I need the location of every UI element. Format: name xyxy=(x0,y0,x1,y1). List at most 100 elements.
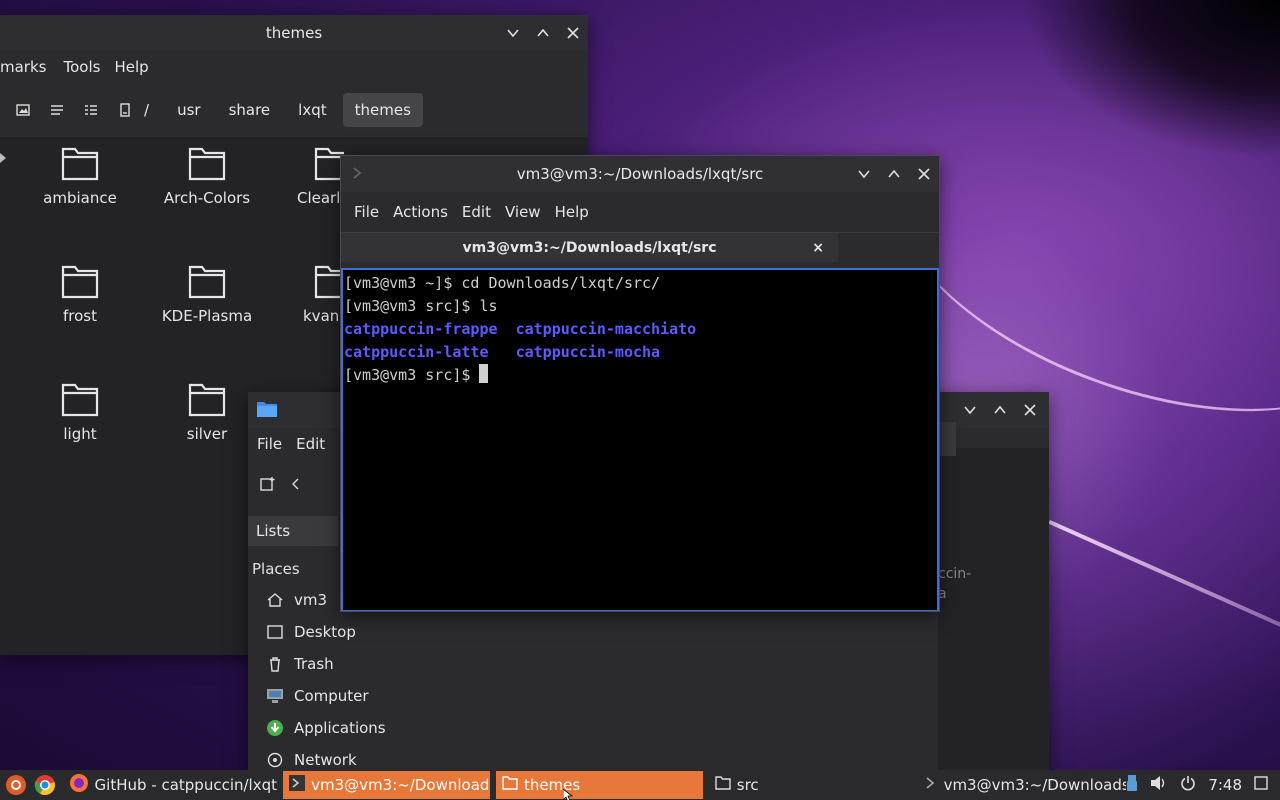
folder-label: silver xyxy=(186,425,228,443)
fm2-toolbar-field[interactable] xyxy=(940,422,956,456)
terminal-window: vm3@vm3:~/Downloads/lxqt/src File Action… xyxy=(340,155,940,612)
network-icon xyxy=(266,751,284,769)
folder-label: Clearl xyxy=(297,189,341,207)
drive-icon[interactable] xyxy=(110,95,140,125)
menu-help[interactable]: Help xyxy=(548,203,596,221)
place-label: Applications xyxy=(294,719,386,737)
maximize-button[interactable] xyxy=(534,24,552,42)
close-button[interactable] xyxy=(564,24,582,42)
task-label: src xyxy=(736,776,759,794)
terminal-line: [vm3@vm3 src]$ xyxy=(344,364,937,387)
themes-titlebar[interactable]: themes xyxy=(0,15,588,51)
dir-entry: catppuccin-latte xyxy=(344,343,489,361)
menubar: marks Tools Help xyxy=(0,51,588,83)
maximize-button[interactable] xyxy=(991,401,1009,419)
taskbar-item-themes[interactable]: themes xyxy=(495,771,703,799)
path-themes[interactable]: themes xyxy=(342,93,423,127)
taskbar-item-github[interactable]: GitHub - catppuccin/lxqt:... xyxy=(63,771,277,799)
path-share[interactable]: share xyxy=(217,93,283,127)
path-root[interactable]: / xyxy=(144,93,161,127)
terminal-titlebar[interactable]: vm3@vm3:~/Downloads/lxqt/src xyxy=(341,156,939,192)
place-applications[interactable]: Applications xyxy=(248,712,1049,744)
power-icon[interactable] xyxy=(1180,775,1196,795)
menu-file[interactable]: File xyxy=(347,203,386,221)
menu-actions[interactable]: Actions xyxy=(386,203,455,221)
folder-item[interactable]: ambiance xyxy=(20,145,140,207)
folder-icon xyxy=(188,147,226,181)
place-label: Computer xyxy=(294,687,369,705)
computer-icon xyxy=(266,687,284,705)
folder-item[interactable]: Clearl xyxy=(274,145,344,207)
terminal-tab[interactable]: vm3@vm3:~/Downloads/lxqt/src × xyxy=(341,233,838,262)
partial-filename: ccin- xyxy=(938,566,972,582)
close-button[interactable] xyxy=(915,165,933,183)
home-icon xyxy=(266,591,284,609)
menu-view[interactable]: View xyxy=(498,203,548,221)
folder-label: light xyxy=(63,425,97,443)
menu-tools[interactable]: Tools xyxy=(53,58,107,76)
detail-view-icon[interactable] xyxy=(76,95,106,125)
folder-item[interactable]: Arch-Colors xyxy=(147,145,267,207)
minimize-button[interactable] xyxy=(961,401,979,419)
menu-bookmarks[interactable]: marks xyxy=(0,58,53,76)
chrome-icon[interactable] xyxy=(31,771,58,799)
folder-item[interactable]: KDE-Plasma xyxy=(147,263,267,325)
task-label: vm3@vm3:~/Downloads... xyxy=(943,776,1127,794)
path-usr[interactable]: usr xyxy=(165,93,213,127)
folder-icon xyxy=(61,265,99,299)
show-desktop-icon[interactable] xyxy=(1254,776,1268,794)
folder-icon xyxy=(61,383,99,417)
folder-item[interactable]: frost xyxy=(20,263,140,325)
minimize-button[interactable] xyxy=(504,24,522,42)
tab-close-icon[interactable]: × xyxy=(812,240,824,256)
terminal-line: catppuccin-frappe catppuccin-macchiato xyxy=(344,318,937,341)
folder-app-icon xyxy=(256,400,278,422)
taskbar-item-src[interactable]: src xyxy=(709,771,916,799)
list-view-icon[interactable] xyxy=(42,95,72,125)
close-button[interactable] xyxy=(1021,401,1039,419)
system-tray: 7:48 xyxy=(1126,774,1280,796)
folder-label: ambiance xyxy=(43,189,117,207)
collapse-arrow-icon[interactable] xyxy=(0,149,6,167)
terminal-output[interactable]: [vm3@vm3 ~]$ cd Downloads/lxqt/src/ [vm3… xyxy=(341,268,939,611)
menu-edit[interactable]: Edit xyxy=(289,435,332,453)
maximize-button[interactable] xyxy=(885,165,903,183)
menu-edit[interactable]: Edit xyxy=(455,203,498,221)
fm2-file-area: ccin- a xyxy=(938,422,1049,778)
terminal-menubar: File Actions Edit View Help xyxy=(341,192,939,232)
window-title: themes xyxy=(265,24,323,42)
folder-icon xyxy=(61,147,99,181)
icon-view-icon[interactable] xyxy=(8,95,38,125)
place-trash[interactable]: Trash xyxy=(248,648,1049,680)
text-cursor xyxy=(479,364,489,383)
menu-file[interactable]: File xyxy=(250,435,289,453)
folder-icon xyxy=(502,776,518,794)
new-tab-icon[interactable] xyxy=(260,476,276,496)
sidebar-lists-header[interactable]: Lists xyxy=(248,516,338,546)
place-desktop[interactable]: Desktop xyxy=(248,616,1049,648)
terminal-app-icon xyxy=(351,166,365,184)
place-label: Trash xyxy=(294,655,334,673)
clock[interactable]: 7:48 xyxy=(1208,776,1242,794)
minimize-button[interactable] xyxy=(855,165,873,183)
menu-help[interactable]: Help xyxy=(107,58,155,76)
terminal-line: [vm3@vm3 ~]$ cd Downloads/lxqt/src/ xyxy=(344,274,661,292)
folder-label: Arch-Colors xyxy=(163,189,251,207)
place-computer[interactable]: Computer xyxy=(248,680,1049,712)
taskbar-item-terminal-2[interactable]: vm3@vm3:~/Downloads... xyxy=(918,771,1127,799)
folder-label: kvan xyxy=(303,307,340,325)
desktop-icon xyxy=(266,623,284,641)
path-lxqt[interactable]: lxqt xyxy=(286,93,338,127)
place-label: Network xyxy=(294,751,357,769)
usb-icon[interactable] xyxy=(1126,774,1138,796)
folder-item[interactable]: light xyxy=(20,381,140,443)
firefox-icon xyxy=(69,773,89,797)
folder-icon xyxy=(314,265,340,299)
app-menu-icon[interactable] xyxy=(2,771,29,799)
volume-icon[interactable] xyxy=(1150,775,1168,795)
folder-icon xyxy=(188,383,226,417)
back-icon[interactable] xyxy=(290,477,302,495)
folder-item[interactable]: kvan xyxy=(274,263,340,325)
folder-icon xyxy=(715,776,731,794)
taskbar-item-terminal[interactable]: vm3@vm3:~/Downloads... xyxy=(283,771,490,799)
